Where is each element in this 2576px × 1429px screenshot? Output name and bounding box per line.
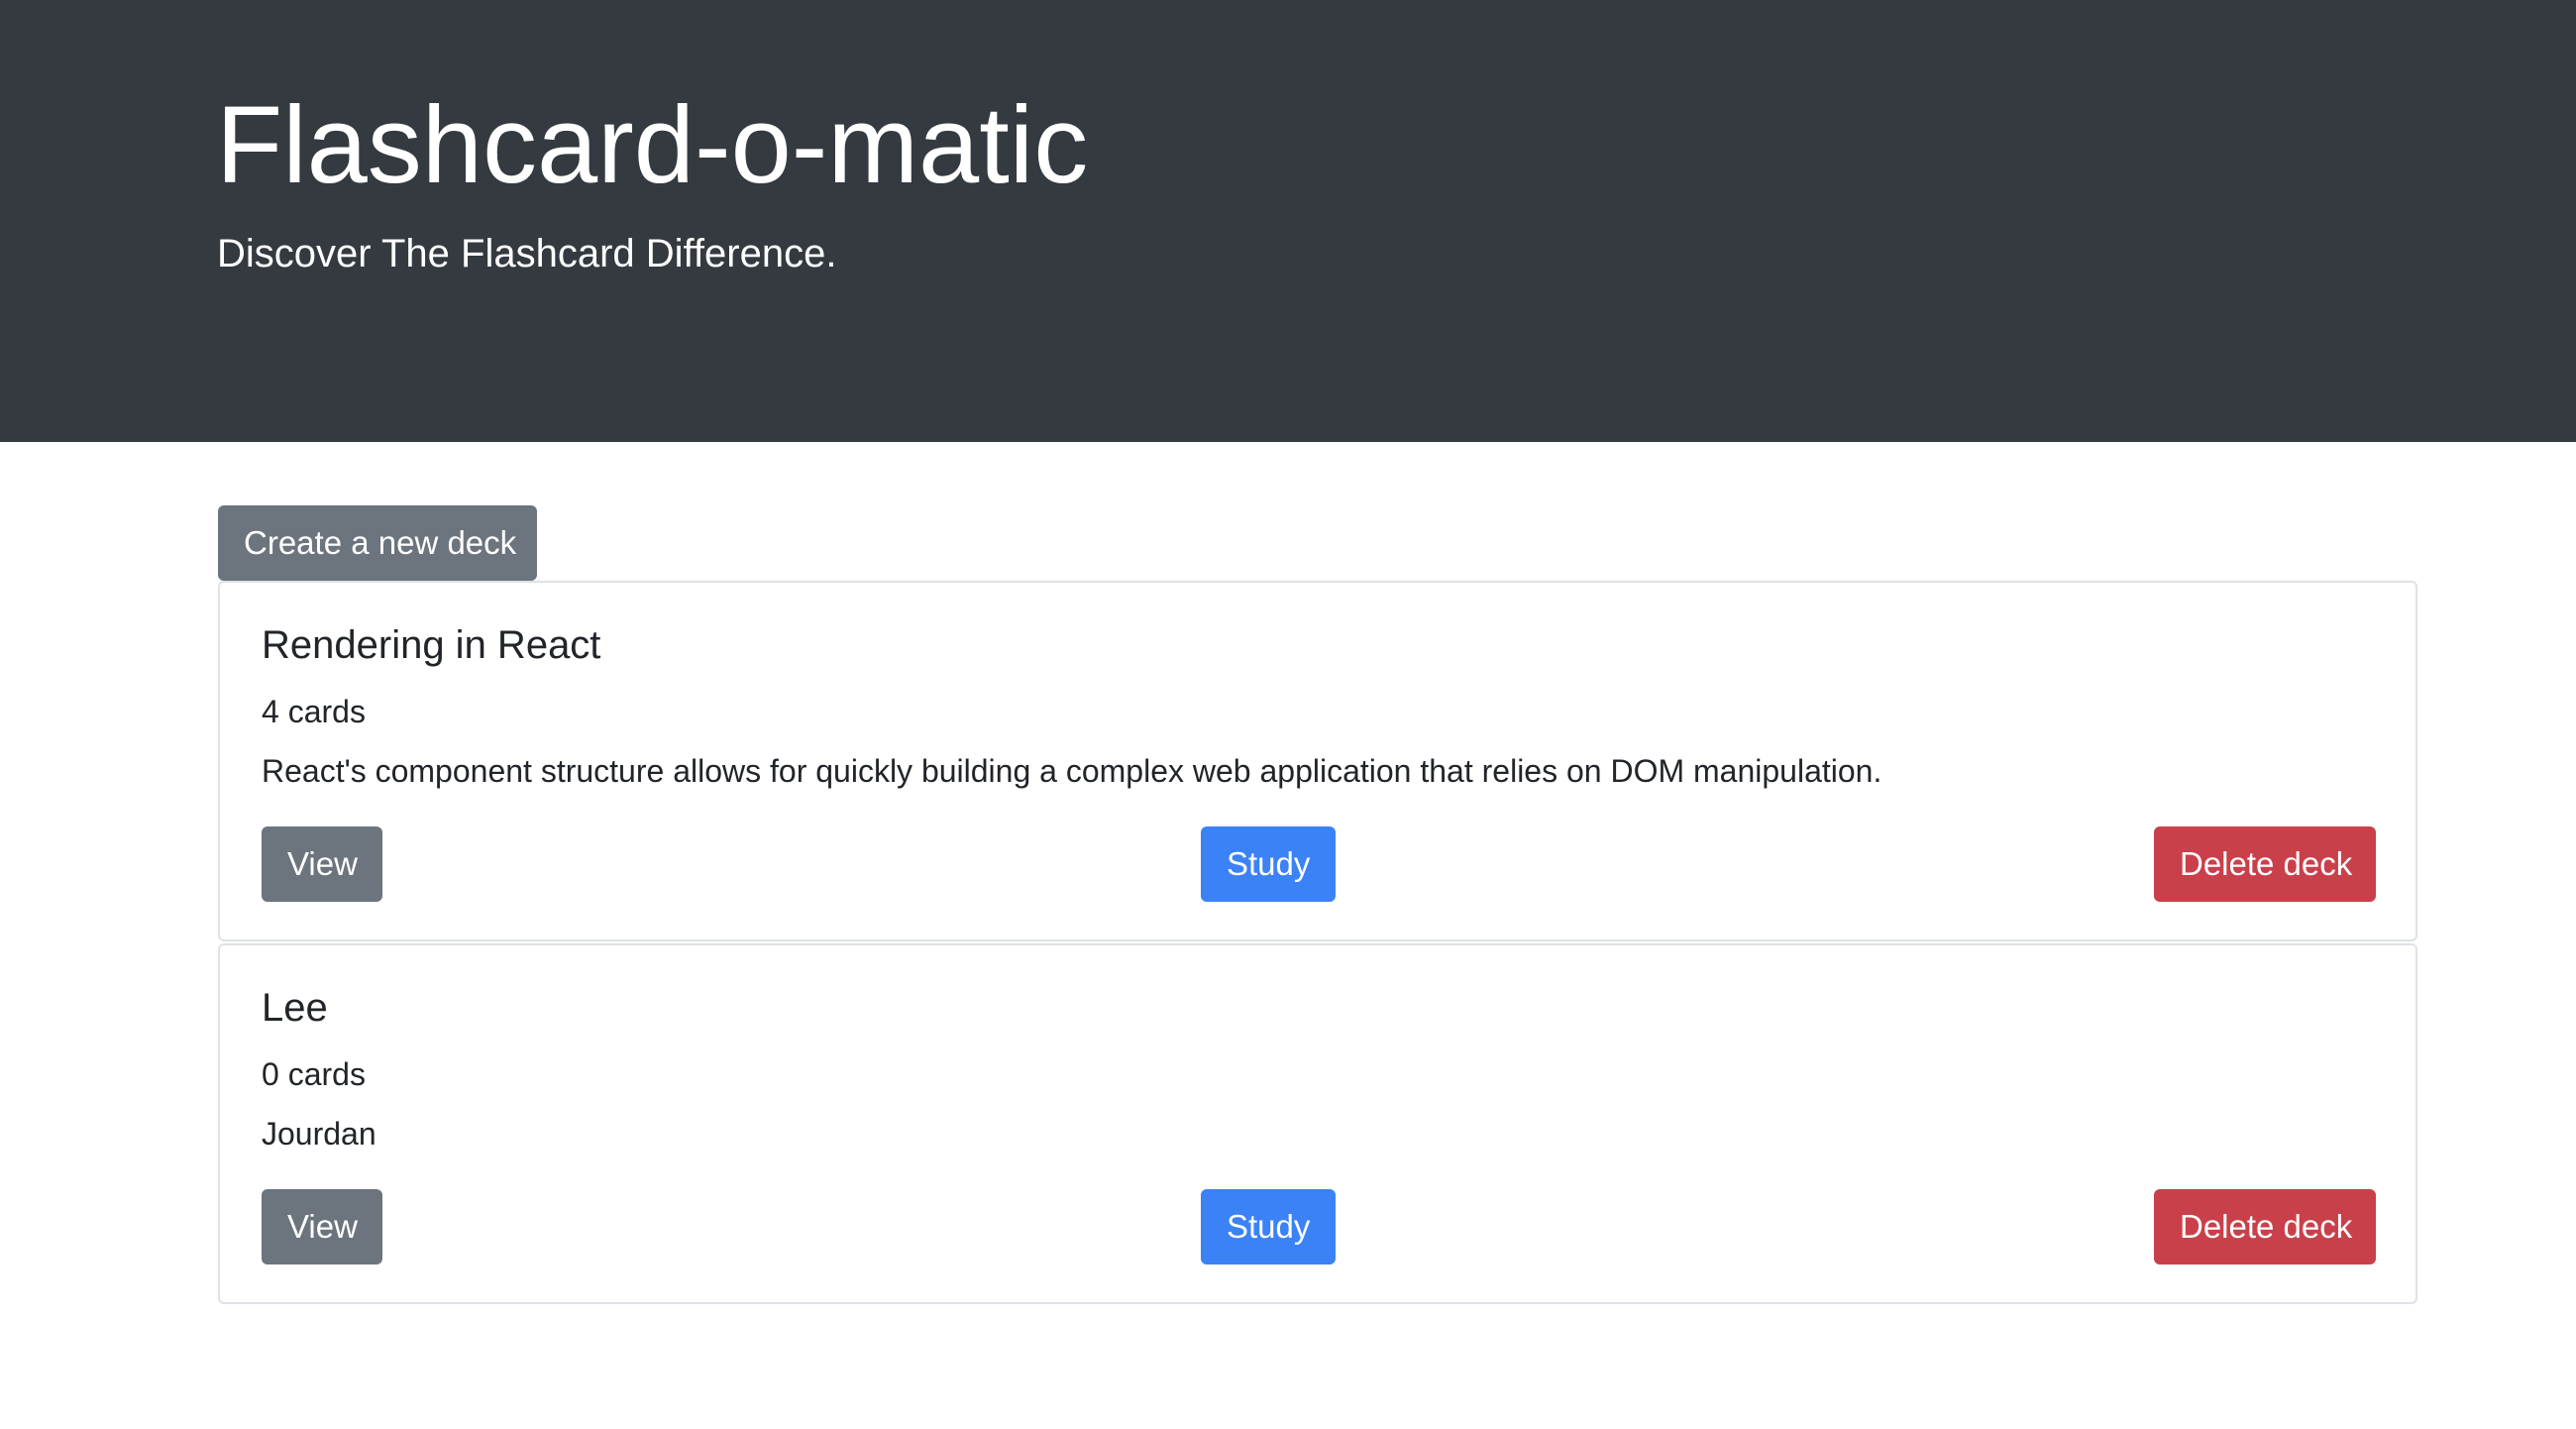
- deck-card-count: 4 cards: [262, 694, 366, 729]
- view-deck-button[interactable]: View: [262, 1189, 382, 1264]
- study-deck-button[interactable]: Study: [1201, 1189, 1336, 1264]
- delete-deck-button[interactable]: Delete deck: [2154, 1189, 2376, 1264]
- deck-name: Rendering in React: [262, 623, 601, 667]
- deck-card-count: 0 cards: [262, 1056, 366, 1092]
- deck-description: React's component structure allows for q…: [262, 753, 1882, 789]
- delete-deck-button[interactable]: Delete deck: [2154, 826, 2376, 902]
- deck-description: Jourdan: [262, 1116, 376, 1152]
- deck-card: Lee 0 cards Jourdan View Study Delete de…: [218, 943, 2417, 1304]
- deck-card: Rendering in React 4 cards React's compo…: [218, 581, 2417, 941]
- site-title: Flashcard-o-matic: [216, 84, 1089, 206]
- study-deck-button[interactable]: Study: [1201, 826, 1336, 902]
- header-jumbotron: Flashcard-o-matic Discover The Flashcard…: [0, 0, 2576, 442]
- view-deck-button[interactable]: View: [262, 826, 382, 902]
- deck-name: Lee: [262, 986, 328, 1030]
- create-deck-button[interactable]: Create a new deck: [218, 505, 537, 581]
- site-subtitle: Discover The Flashcard Difference.: [217, 232, 837, 275]
